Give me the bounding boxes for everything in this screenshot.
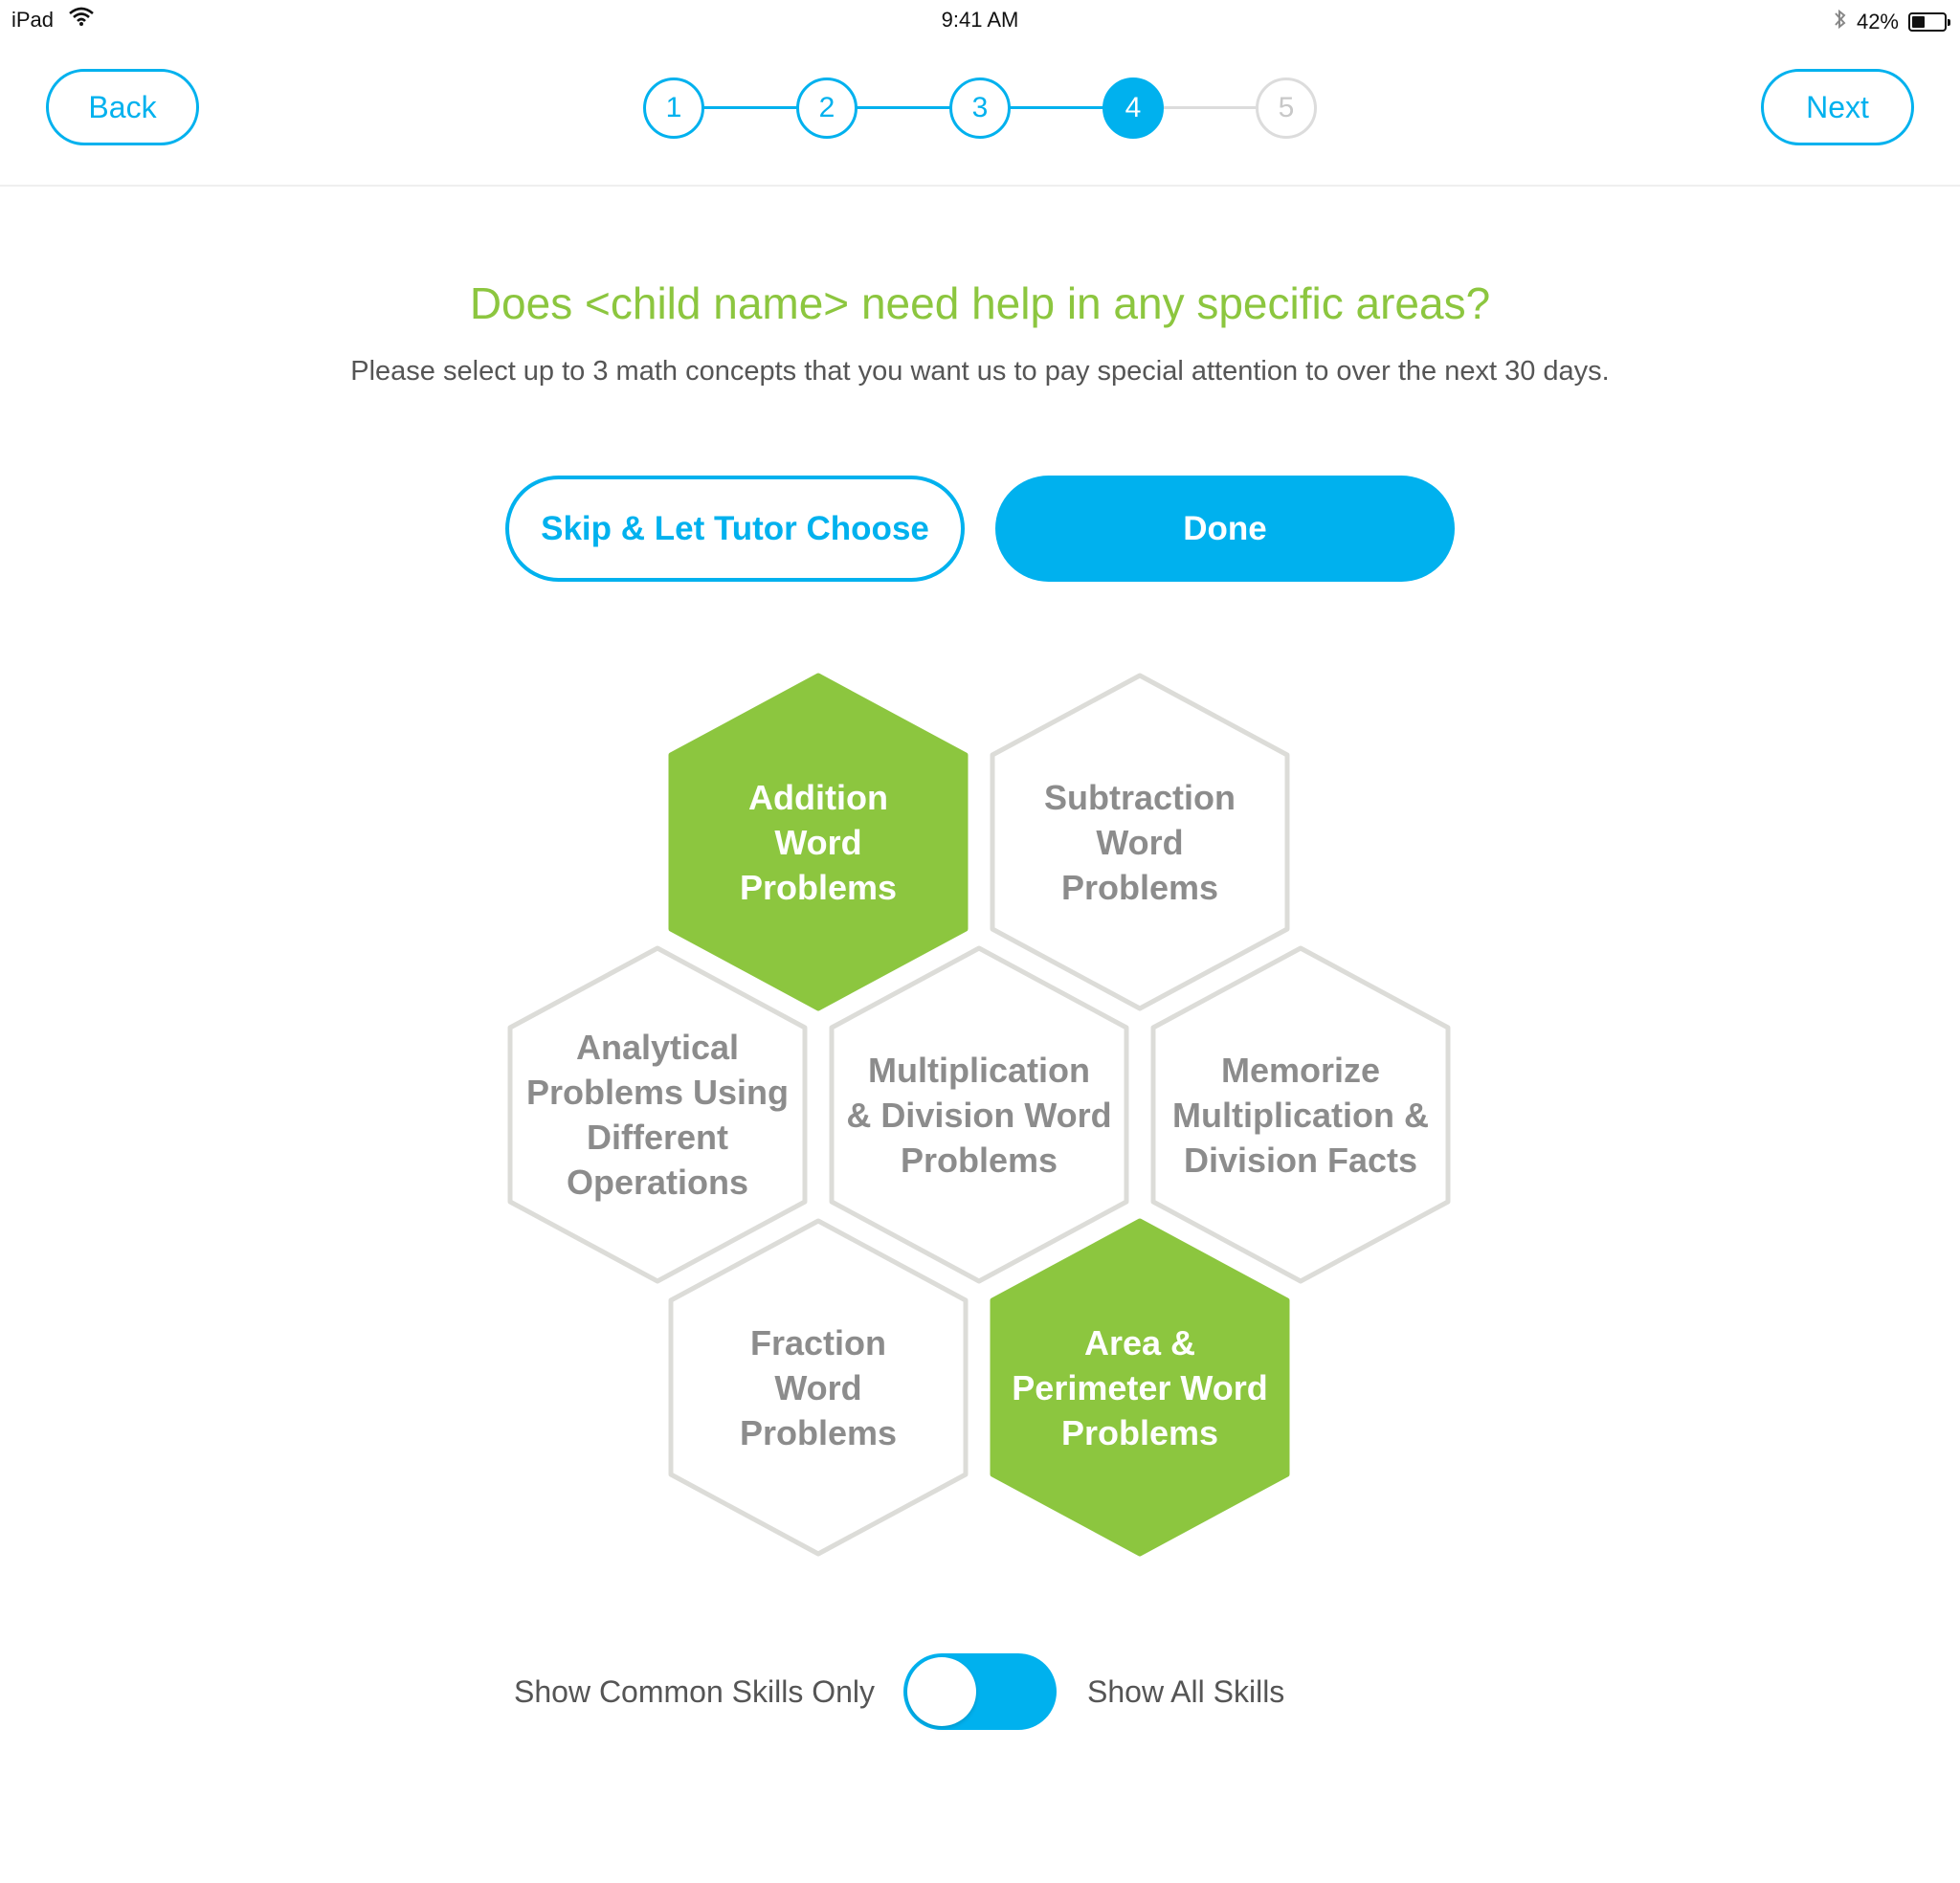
skill-label: Fraction Word Problems bbox=[739, 1322, 898, 1452]
step-3[interactable]: 3 bbox=[949, 78, 1011, 139]
progress-stepper: 1 2 3 4 5 bbox=[0, 0, 1960, 146]
common-skills-label: Show Common Skills Only bbox=[514, 1674, 875, 1709]
page-subtitle: Please select up to 3 math concepts that… bbox=[350, 356, 1610, 387]
toggle-knob[interactable] bbox=[907, 1657, 976, 1726]
skill-area-perimeter-word-problems[interactable]: Area & Perimeter Word Problems bbox=[987, 1215, 1293, 1560]
step-2[interactable]: 2 bbox=[796, 78, 858, 139]
step-1[interactable]: 1 bbox=[643, 78, 704, 139]
done-button[interactable]: Done bbox=[995, 476, 1455, 582]
all-skills-label: Show All Skills bbox=[1087, 1674, 1285, 1709]
stepper-connector bbox=[1009, 106, 1104, 109]
stepper-connector bbox=[702, 106, 798, 109]
page-title: Does <child name> need help in any speci… bbox=[469, 278, 1491, 328]
skip-tutor-choose-button[interactable]: Skip & Let Tutor Choose bbox=[505, 476, 965, 582]
skill-fraction-word-problems[interactable]: Fraction Word Problems bbox=[665, 1215, 971, 1560]
skill-label: Area & Perimeter Word Problems bbox=[1012, 1322, 1268, 1452]
step-5[interactable]: 5 bbox=[1256, 78, 1317, 139]
stepper-connector bbox=[1162, 106, 1258, 109]
stepper-connector bbox=[856, 106, 951, 109]
skills-toggle[interactable] bbox=[903, 1653, 1057, 1730]
step-4[interactable]: 4 bbox=[1102, 78, 1164, 139]
